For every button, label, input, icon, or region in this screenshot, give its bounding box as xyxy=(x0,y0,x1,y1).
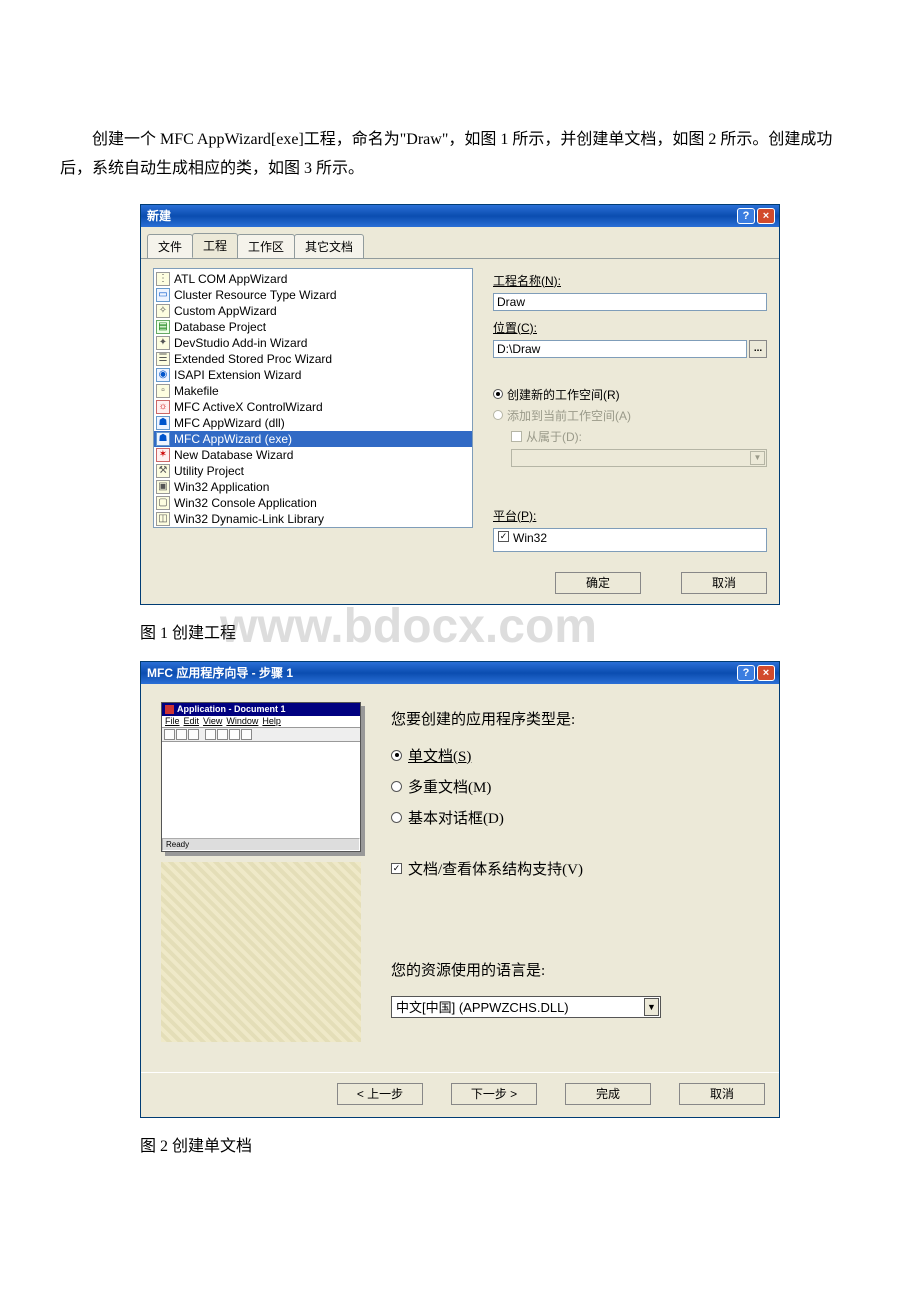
list-item: ☰Extended Stored Proc Wizard xyxy=(154,351,472,367)
language-question: 您的资源使用的语言是: xyxy=(391,959,759,980)
radio-multi-doc[interactable]: 多重文档(M) xyxy=(391,776,759,797)
platform-label: 平台(P): xyxy=(493,507,767,524)
checkbox-icon xyxy=(498,531,509,542)
list-item: ⋮ATL COM AppWizard xyxy=(154,271,472,287)
back-button[interactable]: < 上一步 xyxy=(337,1083,423,1105)
project-name-label: 工程名称(N): xyxy=(493,272,767,289)
preview-hatch xyxy=(161,862,361,1042)
help-button[interactable]: ? xyxy=(737,208,755,224)
tab-project[interactable]: 工程 xyxy=(192,233,238,258)
dlg2-titlebar: MFC 应用程序向导 - 步骤 1 ? × xyxy=(141,662,779,684)
dlg2-title: MFC 应用程序向导 - 步骤 1 xyxy=(147,664,735,681)
list-item: ✧Custom AppWizard xyxy=(154,303,472,319)
chevron-down-icon: ▼ xyxy=(644,998,659,1016)
close-button[interactable]: × xyxy=(757,665,775,681)
preview-statusbar: Ready xyxy=(162,838,360,851)
preview-menu: File Edit View Window Help xyxy=(162,716,360,728)
checkbox-icon xyxy=(391,863,402,874)
list-item: ▭Cluster Resource Type Wizard xyxy=(154,287,472,303)
mfc-wizard-dialog: MFC 应用程序向导 - 步骤 1 ? × Application - Docu… xyxy=(140,661,780,1118)
dependency-dropdown: ▼ xyxy=(511,449,767,467)
list-item: ⚒Utility Project xyxy=(154,463,472,479)
location-label: 位置(C): xyxy=(493,319,767,336)
checkbox-docview-support[interactable]: 文档/查看体系结构支持(V) xyxy=(391,858,759,879)
preview-titlebar: Application - Document 1 xyxy=(162,703,360,716)
location-input[interactable]: D:\Draw xyxy=(493,340,747,358)
list-item-selected: ☗MFC AppWizard (exe) xyxy=(154,431,472,447)
preview-window: Application - Document 1 File Edit View … xyxy=(161,702,361,852)
next-button[interactable]: 下一步 > xyxy=(451,1083,537,1105)
dlg1-tabs: 文件 工程 工作区 其它文档 xyxy=(141,227,779,259)
chevron-down-icon: ▼ xyxy=(750,451,765,465)
checkbox-dependency: 从属于(D): xyxy=(493,428,767,445)
list-item: ✶New Database Wizard xyxy=(154,447,472,463)
app-type-question: 您要创建的应用程序类型是: xyxy=(391,708,759,729)
figure1-caption: 图 1 创建工程 xyxy=(140,619,860,643)
intro-text: 创建一个 MFC AppWizard[exe]工程，命名为"Draw"，如图 1… xyxy=(60,126,860,184)
finish-button[interactable]: 完成 xyxy=(565,1083,651,1105)
radio-single-doc[interactable]: 单文档(S) xyxy=(391,745,759,766)
project-type-list[interactable]: ⋮ATL COM AppWizard ▭Cluster Resource Typ… xyxy=(153,268,473,528)
cancel-button[interactable]: 取消 xyxy=(679,1083,765,1105)
new-project-dialog: 新建 ? × 文件 工程 工作区 其它文档 ⋮ATL COM AppWizard… xyxy=(140,204,780,605)
cancel-button[interactable]: 取消 xyxy=(681,572,767,594)
list-item: ✦DevStudio Add-in Wizard xyxy=(154,335,472,351)
tab-other[interactable]: 其它文档 xyxy=(294,234,364,259)
project-name-input[interactable]: Draw xyxy=(493,293,767,311)
close-button[interactable]: × xyxy=(757,208,775,224)
preview-pane: Application - Document 1 File Edit View … xyxy=(161,702,361,1042)
platform-list[interactable]: Win32 xyxy=(493,528,767,552)
radio-new-workspace[interactable]: 创建新的工作空间(R) xyxy=(493,386,767,403)
help-button[interactable]: ? xyxy=(737,665,755,681)
ok-button[interactable]: 确定 xyxy=(555,572,641,594)
radio-icon xyxy=(391,750,402,761)
list-item: ☗MFC AppWizard (dll) xyxy=(154,415,472,431)
list-item: ▣Win32 Application xyxy=(154,479,472,495)
list-item: ◉ISAPI Extension Wizard xyxy=(154,367,472,383)
radio-add-workspace: 添加到当前工作空间(A) xyxy=(493,407,767,424)
list-item: ▢Win32 Console Application xyxy=(154,495,472,511)
radio-icon xyxy=(391,812,402,823)
list-item: ◧Win32 Static Library xyxy=(154,527,472,528)
list-item: ☼MFC ActiveX ControlWizard xyxy=(154,399,472,415)
checkbox-icon xyxy=(511,431,522,442)
radio-dialog-based[interactable]: 基本对话框(D) xyxy=(391,807,759,828)
radio-icon xyxy=(493,389,503,399)
dlg1-titlebar: 新建 ? × xyxy=(141,205,779,227)
list-item: ◫Win32 Dynamic-Link Library xyxy=(154,511,472,527)
figure2-caption: 图 2 创建单文档 xyxy=(140,1132,860,1156)
radio-icon xyxy=(493,410,503,420)
browse-button[interactable]: ... xyxy=(749,340,767,358)
tab-file[interactable]: 文件 xyxy=(147,234,193,259)
list-item: ▫Makefile xyxy=(154,383,472,399)
radio-icon xyxy=(391,781,402,792)
language-dropdown[interactable]: 中文[中国] (APPWZCHS.DLL) ▼ xyxy=(391,996,661,1018)
dlg1-title: 新建 xyxy=(147,207,735,224)
preview-toolbar xyxy=(162,728,360,742)
tab-workspace[interactable]: 工作区 xyxy=(237,234,295,259)
list-item: ▤Database Project xyxy=(154,319,472,335)
